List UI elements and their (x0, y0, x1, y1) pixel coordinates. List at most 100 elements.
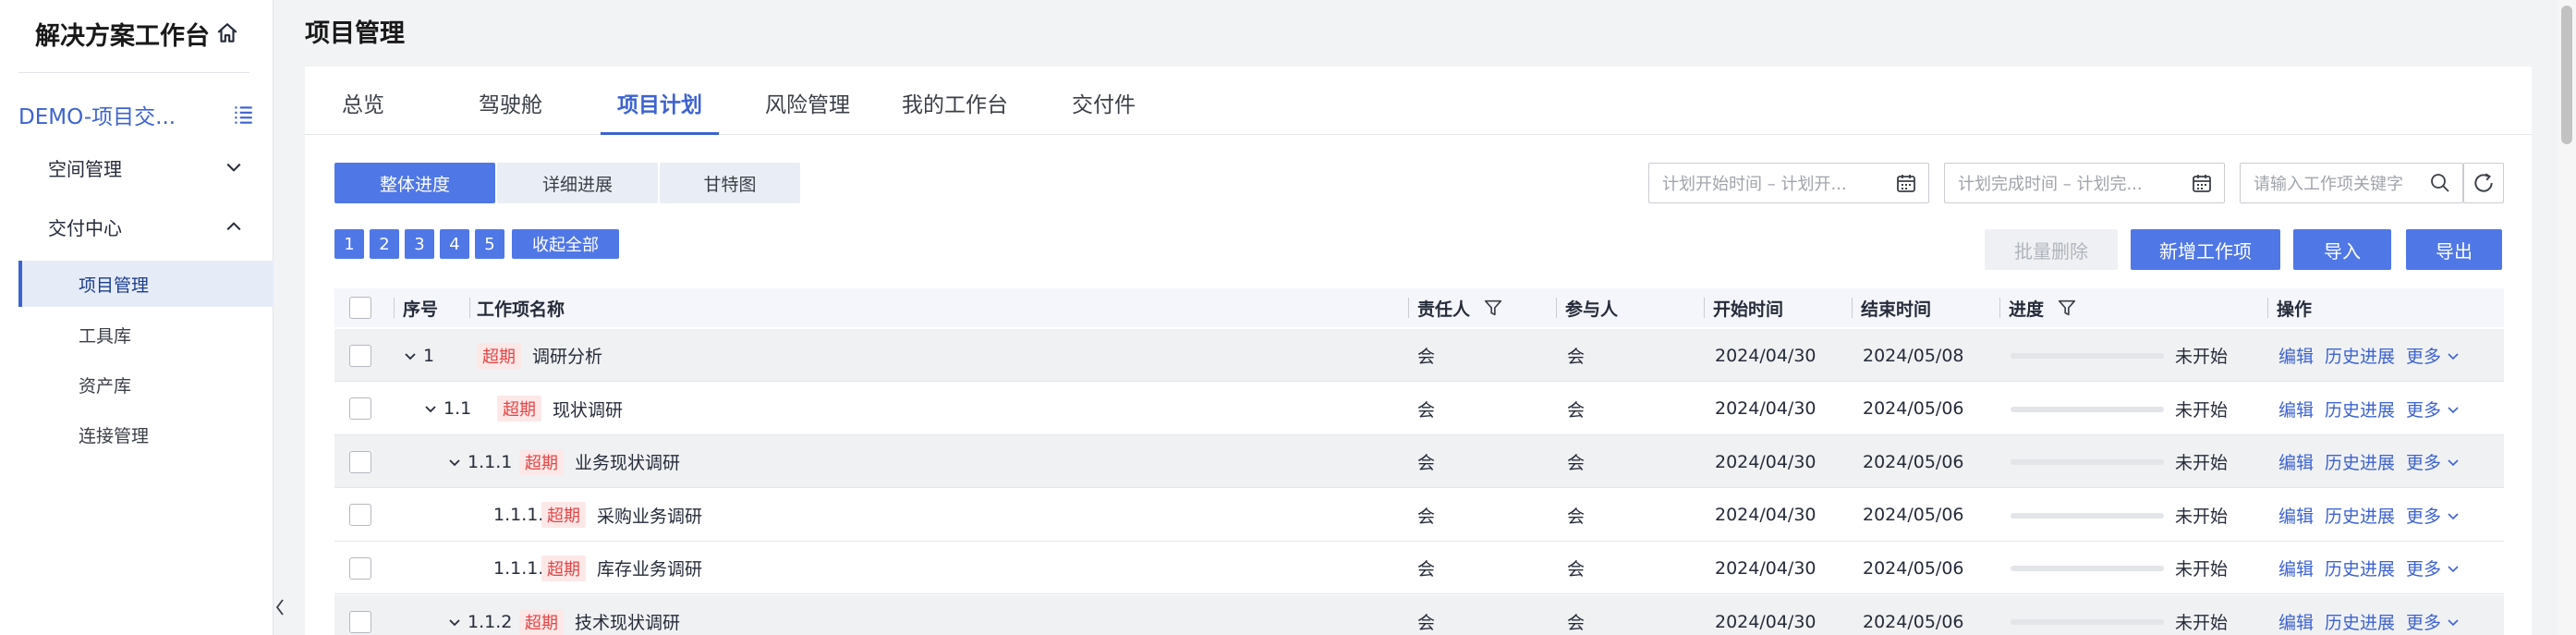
more-link[interactable]: 更多 (2406, 449, 2460, 474)
edit-link[interactable]: 编辑 (2278, 449, 2314, 474)
edit-link[interactable]: 编辑 (2278, 503, 2314, 528)
tab-my-workbench[interactable]: 我的工作台 (902, 87, 1008, 135)
history-link[interactable]: 历史进展 (2325, 343, 2395, 368)
view-gantt-chart[interactable]: 甘特图 (660, 163, 800, 203)
sidebar-item-connection-management[interactable]: 连接管理 (0, 411, 273, 458)
row-status: 未开始 (2175, 399, 2229, 421)
level-2-button[interactable]: 2 (370, 229, 399, 259)
level-5-button[interactable]: 5 (475, 229, 504, 259)
history-link[interactable]: 历史进展 (2325, 503, 2395, 528)
history-link[interactable]: 历史进展 (2325, 609, 2395, 634)
chevron-up-icon (226, 222, 241, 231)
search-icon[interactable] (2429, 172, 2451, 194)
row-start: 2024/04/30 (1715, 398, 1817, 420)
row-index-text: 1 (423, 345, 435, 366)
more-link[interactable]: 更多 (2406, 343, 2460, 368)
workbench-title-text: 解决方案工作台 (35, 21, 210, 51)
tab-deliverables[interactable]: 交付件 (1072, 87, 1136, 135)
table-row[interactable]: 1.1.1.1 超期 采购业务调研会会 2024/04/30 2024/05/06 未开始… (334, 489, 2504, 542)
row-actions: 编辑 历史进展 更多 (2278, 489, 2471, 542)
tab-risk-management[interactable]: 风险管理 (765, 87, 850, 135)
select-all-checkbox[interactable] (349, 288, 371, 327)
chevron-down-icon[interactable] (423, 401, 438, 416)
calendar-icon (2193, 175, 2211, 192)
row-actions: 编辑 历史进展 更多 (2278, 329, 2471, 382)
filter-icon[interactable] (1483, 298, 1503, 318)
edit-link[interactable]: 编辑 (2278, 343, 2314, 368)
chevron-left-icon (275, 599, 284, 616)
row-participants: 会 (1567, 347, 1586, 367)
level-4-button[interactable]: 4 (440, 229, 469, 259)
history-link[interactable]: 历史进展 (2325, 556, 2395, 580)
table-row[interactable]: 1.1.2 超期 技术现状调研 会 会 2024/04/30 2024/05/06 未开始 编辑… (334, 595, 2504, 635)
table-row[interactable]: 1.1.1 超期 业务现状调研 会 会 2024/04/30 2024/05/06 未开始 编辑… (334, 435, 2504, 489)
list-icon[interactable] (231, 103, 255, 127)
table-row[interactable]: 1.1.1.2 超期 库存业务调研会会 2024/04/30 2024/05/06 未开始… (334, 542, 2504, 595)
add-work-item-button[interactable]: 新增工作项 (2131, 229, 2280, 270)
plan-start-range-input[interactable]: 计划开始时间 – 计划开... (1648, 163, 1929, 203)
more-link[interactable]: 更多 (2406, 397, 2460, 421)
tab-bar: 总览 驾驶舱 项目计划 风险管理 我的工作台 交付件 (305, 67, 2532, 135)
edit-link[interactable]: 编辑 (2278, 556, 2314, 580)
level-3-button[interactable]: 3 (405, 229, 434, 259)
row-index: 1.1.2 (447, 595, 512, 635)
tab-overview[interactable]: 总览 (342, 87, 384, 135)
progress-bar (2011, 566, 2164, 572)
column-separator (1556, 298, 1557, 318)
edit-link[interactable]: 编辑 (2278, 609, 2314, 634)
row-checkbox[interactable] (349, 542, 371, 594)
home-icon[interactable] (215, 21, 239, 45)
export-button[interactable]: 导出 (2406, 229, 2502, 270)
import-button[interactable]: 导入 (2293, 229, 2391, 270)
scrollbar-thumb[interactable] (2561, 6, 2572, 144)
batch-delete-button[interactable]: 批量删除 (1985, 229, 2118, 270)
row-checkbox[interactable] (349, 489, 371, 542)
refresh-button[interactable] (2463, 163, 2504, 203)
tab-project-plan[interactable]: 项目计划 (601, 87, 719, 135)
more-link[interactable]: 更多 (2406, 503, 2460, 528)
history-link[interactable]: 历史进展 (2325, 397, 2395, 421)
column-separator (1999, 298, 2000, 318)
table-row[interactable]: 1.1 超期 现状调研 会 会 2024/04/30 2024/05/06 未开始 编辑 历史进展… (334, 383, 2504, 435)
more-link[interactable]: 更多 (2406, 609, 2460, 634)
plan-end-range-input[interactable]: 计划完成时间 – 计划完... (1944, 163, 2225, 203)
view-overall-progress[interactable]: 整体进度 (334, 163, 495, 203)
sidebar-item-asset-library[interactable]: 资产库 (0, 361, 273, 408)
chevron-down-icon[interactable] (447, 615, 462, 629)
tab-cockpit[interactable]: 驾驶舱 (479, 87, 542, 135)
edit-link[interactable]: 编辑 (2278, 397, 2314, 421)
row-status: 未开始 (2175, 453, 2229, 474)
table-row[interactable]: 1 超期 调研分析 会 会 2024/04/30 2024/05/08 未开始 编辑 历史进展 更多 (334, 329, 2504, 382)
header-participants: 参与人 (1565, 299, 1619, 320)
workbench-title[interactable]: 解决方案工作台 (35, 15, 239, 52)
row-checkbox[interactable] (349, 435, 371, 488)
sidebar-item-project-management[interactable]: 项目管理 (18, 261, 273, 307)
filter-icon[interactable] (2057, 298, 2077, 318)
history-link[interactable]: 历史进展 (2325, 449, 2395, 474)
collapse-all-button[interactable]: 收起全部 (512, 229, 619, 259)
chevron-down-icon[interactable] (447, 455, 462, 470)
sidebar-item-tool-library[interactable]: 工具库 (0, 311, 273, 358)
level-1-button[interactable]: 1 (334, 229, 364, 259)
progress-bar (2011, 512, 2164, 519)
row-index-text: 1.1 (444, 398, 472, 420)
view-detailed-progress[interactable]: 详细进展 (497, 163, 658, 203)
chevron-down-icon[interactable] (403, 348, 418, 363)
sidebar-collapse-button[interactable] (273, 582, 286, 632)
row-owner: 会 (1417, 613, 1436, 633)
menu-group-space[interactable]: 空间管理 (0, 144, 273, 190)
menu-group-delivery[interactable]: 交付中心 (0, 203, 273, 250)
refresh-icon (2474, 173, 2493, 192)
row-name-text: 业务现状调研 (575, 453, 681, 474)
row-name-text: 调研分析 (532, 347, 603, 367)
keyword-search-input[interactable]: 请输入工作项关键字 (2240, 163, 2463, 203)
row-checkbox[interactable] (349, 383, 371, 435)
column-separator (2267, 298, 2268, 318)
more-link[interactable]: 更多 (2406, 556, 2460, 580)
row-checkbox[interactable] (349, 329, 371, 382)
row-checkbox[interactable] (349, 595, 371, 635)
row-actions: 编辑 历史进展 更多 (2278, 595, 2471, 635)
page-scrollbar[interactable] (2558, 0, 2576, 635)
project-selector[interactable]: DEMO-项目交... (18, 96, 255, 133)
sidebar-item-label: 工具库 (79, 325, 132, 347)
